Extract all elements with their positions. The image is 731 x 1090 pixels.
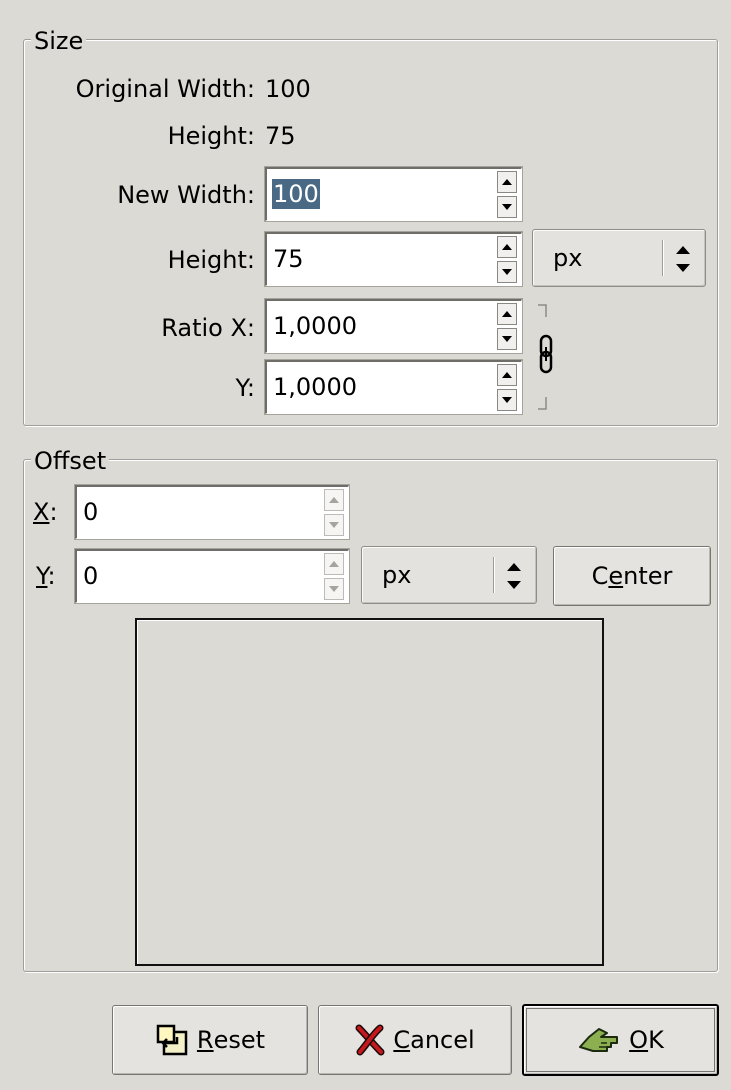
ratio-y-label: Y:	[235, 374, 255, 402]
ok-mnemonic: O	[629, 1026, 649, 1054]
new-height-label: Height:	[167, 246, 255, 274]
center-label-post: nter	[623, 562, 673, 590]
new-width-value[interactable]: 100	[272, 179, 320, 209]
new-height-decrement[interactable]	[497, 261, 517, 283]
offset-y-stepper	[322, 551, 348, 602]
chain-link-icon[interactable]	[532, 301, 560, 413]
ratio-x-decrement[interactable]	[497, 328, 517, 350]
reset-mnemonic: R	[196, 1026, 214, 1054]
reset-icon	[156, 1024, 188, 1056]
combo-updown-icon	[504, 563, 524, 589]
new-height-stepper	[495, 234, 521, 285]
ratio-x-increment[interactable]	[497, 303, 517, 325]
new-width-stepper	[495, 169, 521, 220]
ok-hand-icon	[579, 1028, 619, 1052]
original-width-label: Original Width:	[75, 75, 255, 103]
reset-button[interactable]: Reset	[112, 1005, 308, 1075]
ok-button[interactable]: OK	[522, 1004, 719, 1076]
new-width-increment[interactable]	[497, 171, 517, 193]
cancel-label: ancel	[410, 1026, 475, 1054]
offset-unit-combo[interactable]: px	[361, 546, 537, 604]
ratio-x-stepper	[495, 301, 521, 352]
ratio-x-label: Ratio X:	[161, 314, 255, 342]
center-label-pre: C	[591, 562, 609, 590]
offset-unit-value: px	[382, 561, 412, 589]
offset-y-spinbox[interactable]: 0	[74, 548, 350, 604]
original-width-value: 100	[265, 75, 311, 103]
ratio-x-value[interactable]: 1,0000	[273, 311, 357, 341]
new-width-decrement[interactable]	[497, 196, 517, 218]
cancel-x-icon	[355, 1024, 385, 1056]
new-width-spinbox[interactable]: 100	[264, 166, 523, 222]
original-height-label: Height:	[167, 122, 255, 150]
offset-x-spinbox[interactable]: 0	[74, 484, 350, 540]
offset-x-increment[interactable]	[324, 489, 344, 511]
offset-x-decrement[interactable]	[324, 514, 344, 536]
combo-separator	[493, 557, 494, 593]
ratio-y-stepper	[495, 362, 521, 413]
size-unit-value: px	[553, 244, 583, 272]
offset-y-mnemonic: Y	[36, 562, 48, 590]
original-height-value: 75	[265, 122, 296, 150]
offset-y-increment[interactable]	[324, 553, 344, 575]
new-height-spinbox[interactable]: 75	[264, 231, 523, 287]
ratio-y-spinbox[interactable]: 1,0000	[264, 359, 523, 415]
new-width-label: New Width:	[117, 181, 255, 209]
size-unit-combo[interactable]: px	[532, 229, 706, 287]
center-button[interactable]: Ce nter	[553, 546, 711, 606]
offset-preview-area[interactable]	[135, 618, 604, 966]
combo-separator	[662, 240, 663, 276]
ratio-y-value[interactable]: 1,0000	[273, 372, 357, 402]
new-height-value[interactable]: 75	[273, 244, 304, 274]
cancel-mnemonic: C	[393, 1026, 411, 1054]
cancel-button[interactable]: Cancel	[318, 1005, 512, 1075]
ok-label: K	[648, 1026, 664, 1054]
offset-x-label: X:	[33, 497, 58, 527]
offset-y-value[interactable]: 0	[83, 561, 98, 591]
offset-frame-title: Offset	[31, 447, 110, 475]
reset-label: eset	[213, 1026, 266, 1054]
offset-x-colon: :	[49, 498, 58, 526]
offset-y-decrement[interactable]	[324, 578, 344, 600]
offset-x-value[interactable]: 0	[83, 497, 98, 527]
ratio-y-increment[interactable]	[497, 364, 517, 386]
ratio-x-spinbox[interactable]: 1,0000	[264, 298, 523, 354]
offset-x-mnemonic: X	[33, 498, 50, 526]
new-height-increment[interactable]	[497, 236, 517, 258]
offset-y-label: Y:	[36, 561, 56, 591]
center-label-mnemonic: e	[608, 562, 624, 590]
combo-updown-icon	[673, 246, 693, 272]
ratio-y-decrement[interactable]	[497, 389, 517, 411]
offset-x-stepper	[322, 487, 348, 538]
size-frame-title: Size	[31, 27, 87, 55]
offset-y-colon: :	[47, 562, 56, 590]
